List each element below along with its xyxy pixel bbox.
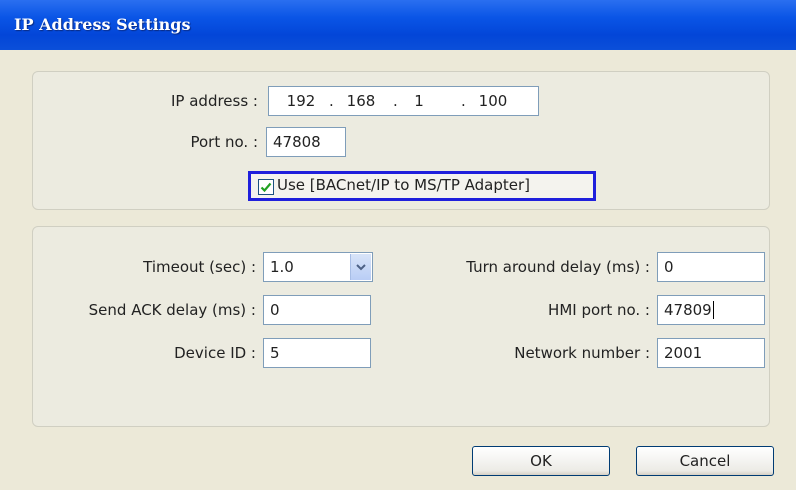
network-number-label: Network number :	[514, 344, 650, 362]
port-input[interactable]: 47808	[266, 127, 346, 157]
timeout-label: Timeout (sec) :	[143, 258, 256, 276]
title-bar[interactable]: IP Address Settings	[0, 0, 796, 50]
adapter-checkbox[interactable]	[258, 179, 274, 195]
network-number-input[interactable]: 2001	[657, 338, 765, 368]
port-label: Port no. :	[190, 133, 258, 151]
ip-address-field[interactable]: 192 . 168 . 1 . 100	[268, 86, 539, 116]
ip-separator-3: .	[461, 92, 466, 110]
device-id-label: Device ID :	[174, 344, 256, 362]
text-cursor	[712, 301, 714, 319]
ip-separator-1: .	[329, 92, 334, 110]
ip-octet-2[interactable]: 168	[343, 87, 379, 115]
ip-octet-4[interactable]: 100	[473, 87, 513, 115]
dialog-title: IP Address Settings	[14, 15, 191, 34]
turnaround-delay-input[interactable]: 0	[657, 252, 765, 282]
chevron-down-icon	[356, 263, 366, 270]
device-id-input[interactable]: 5	[263, 338, 371, 368]
cancel-button[interactable]: Cancel	[636, 446, 774, 476]
hmi-port-value: 47809	[664, 301, 712, 319]
ip-octet-1[interactable]: 192	[283, 87, 319, 115]
ip-octet-3[interactable]: 1	[407, 87, 431, 115]
dropdown-arrow-button[interactable]	[350, 254, 371, 280]
checkmark-icon	[260, 182, 272, 193]
ip-address-label: IP address :	[171, 92, 258, 110]
ok-button[interactable]: OK	[472, 446, 610, 476]
send-ack-delay-input[interactable]: 0	[263, 295, 371, 325]
ip-address-settings-dialog: IP Address Settings IP address : 192 . 1…	[0, 0, 796, 490]
hmi-port-label: HMI port no. :	[548, 301, 650, 319]
send-ack-delay-label: Send ACK delay (ms) :	[88, 301, 256, 319]
hmi-port-input[interactable]: 47809	[657, 295, 765, 325]
timeout-dropdown[interactable]: 1.0	[263, 252, 373, 282]
adapter-checkbox-label[interactable]: Use [BACnet/IP to MS/TP Adapter]	[277, 176, 530, 194]
timeout-value: 1.0	[270, 258, 294, 276]
ip-separator-2: .	[393, 92, 398, 110]
turnaround-delay-label: Turn around delay (ms) :	[466, 258, 650, 276]
adapter-highlight: Use [BACnet/IP to MS/TP Adapter]	[248, 171, 596, 201]
